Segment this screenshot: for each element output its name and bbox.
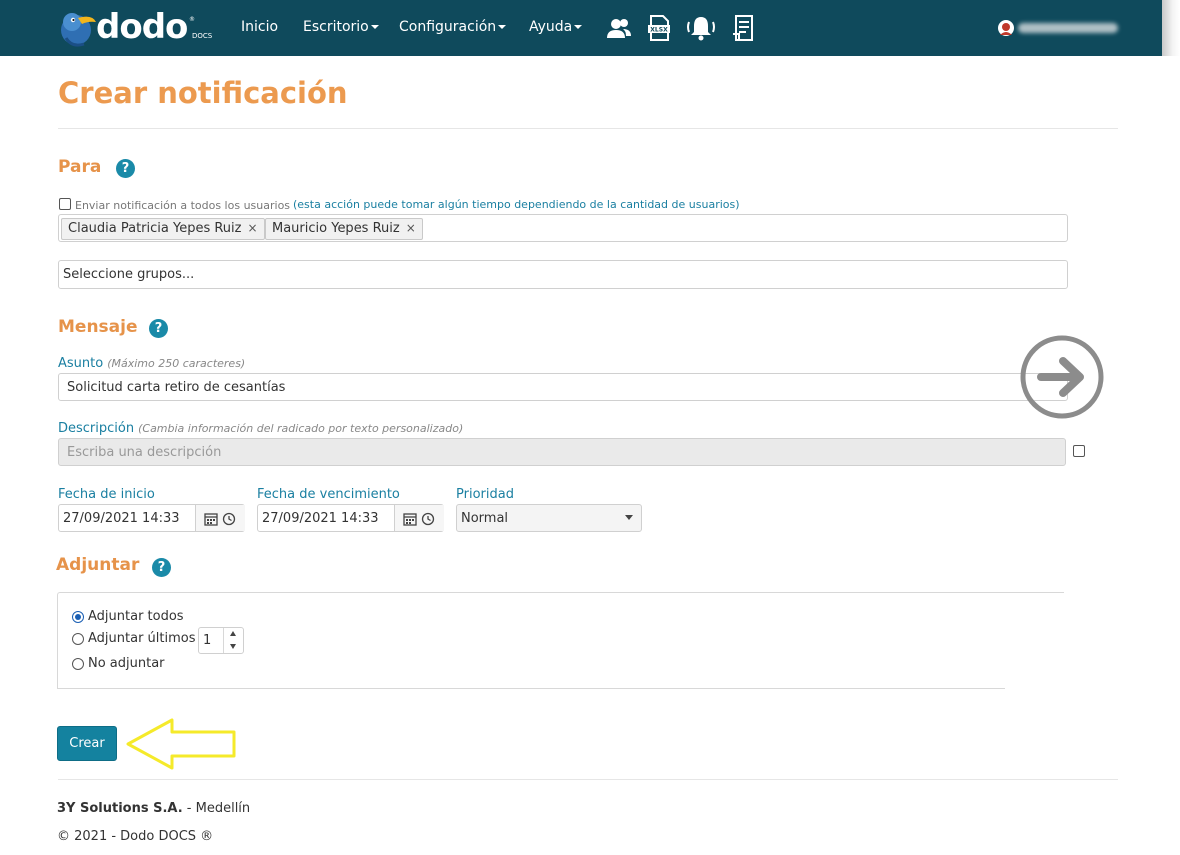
footer-city: - Medellín xyxy=(182,801,251,816)
fecha-vencimiento-label: Fecha de vencimiento xyxy=(257,487,400,502)
nav-configuracion-label: Configuración xyxy=(399,19,497,35)
dodo-docs-logo[interactable]: dodo ® DOCS xyxy=(58,7,218,50)
send-all-label: Enviar notificación a todos los usuarios xyxy=(75,199,291,212)
prioridad-label: Prioridad xyxy=(456,487,514,502)
send-all-note: (esta acción puede tomar algún tiempo de… xyxy=(293,198,740,211)
stepper-buttons xyxy=(223,628,244,653)
xlsx-icon[interactable]: XLSX xyxy=(646,14,672,42)
descripcion-placeholder: Escriba una descripción xyxy=(67,445,222,460)
no-adjuntar-label: No adjuntar xyxy=(88,656,165,671)
section-mensaje-title: Mensaje xyxy=(58,317,138,337)
recipient-tag: Mauricio Yepes Ruiz × xyxy=(265,218,423,240)
fecha-vencimiento-value: 27/09/2021 14:33 xyxy=(262,511,379,526)
adjuntar-ultimos-label: Adjuntar últimos xyxy=(88,631,196,646)
nav-ayuda[interactable]: Ayuda xyxy=(529,19,583,35)
prioridad-select[interactable]: Normal xyxy=(456,504,642,532)
fecha-inicio-value: 27/09/2021 14:33 xyxy=(63,511,180,526)
asunto-input[interactable]: Solicitud carta retiro de cesantías xyxy=(58,373,1068,401)
groups-placeholder: Seleccione grupos... xyxy=(63,267,195,282)
svg-text:XLSX: XLSX xyxy=(650,27,668,34)
arrow-right-circle-icon xyxy=(1020,335,1104,419)
recipient-name: Claudia Patricia Yepes Ruiz xyxy=(68,221,242,236)
fecha-inicio-label: Fecha de inicio xyxy=(58,487,155,502)
dropdown-arrow-icon xyxy=(625,515,633,520)
footer-copyright: © 2021 - Dodo DOCS ® xyxy=(57,829,214,844)
nav-escritorio[interactable]: Escritorio xyxy=(303,19,379,35)
help-icon[interactable]: ? xyxy=(149,319,168,338)
descripcion-hint: (Cambia información del radicado por tex… xyxy=(138,422,464,435)
crear-button[interactable]: Crear xyxy=(57,726,117,761)
nav-escritorio-label: Escritorio xyxy=(303,19,369,35)
section-adjuntar-title: Adjuntar xyxy=(56,555,140,575)
ultimos-stepper[interactable]: 1 xyxy=(198,627,244,654)
dodo-bird-icon xyxy=(61,13,96,47)
nav-inicio[interactable]: Inicio xyxy=(241,19,278,35)
stepper-up-icon[interactable] xyxy=(230,631,236,636)
groups-select[interactable]: Seleccione grupos... xyxy=(58,260,1068,289)
logo-subtext: DOCS xyxy=(192,32,213,40)
recipient-tag: Claudia Patricia Yepes Ruiz × xyxy=(61,218,265,240)
help-icon[interactable]: ? xyxy=(116,159,135,178)
recipients-input[interactable]: Claudia Patricia Yepes Ruiz × Mauricio Ye… xyxy=(58,214,1068,242)
clock-icon[interactable] xyxy=(421,512,435,526)
remove-tag-icon[interactable]: × xyxy=(406,221,416,235)
page-title: Crear notificación xyxy=(58,76,348,110)
descripcion-label-text: Descripción xyxy=(58,421,135,436)
top-navbar: dodo ® DOCS Inicio Escritorio Configurac… xyxy=(0,0,1162,56)
remove-tag-icon[interactable]: × xyxy=(247,221,257,235)
caret-down-icon xyxy=(370,25,379,29)
calendar-icon[interactable] xyxy=(403,512,417,526)
user-menu[interactable] xyxy=(996,18,1126,38)
ultimos-value: 1 xyxy=(203,633,212,648)
navbar-edge-shadow xyxy=(1162,0,1180,56)
user-name-redacted xyxy=(1018,23,1118,33)
asunto-value: Solicitud carta retiro de cesantías xyxy=(67,380,286,395)
nav-configuracion[interactable]: Configuración xyxy=(399,19,507,35)
footer-company: 3Y Solutions S.A. - Medellín xyxy=(57,801,250,816)
footer-company-name: 3Y Solutions S.A. xyxy=(57,801,183,816)
clock-icon[interactable] xyxy=(222,512,236,526)
adjuntar-ultimos-radio[interactable] xyxy=(72,633,84,645)
send-all-checkbox[interactable] xyxy=(59,198,71,210)
notification-bell-icon[interactable] xyxy=(686,14,716,42)
yellow-arrow-left-icon xyxy=(126,718,236,770)
section-para-title: Para xyxy=(58,157,102,177)
no-adjuntar-radio[interactable] xyxy=(72,658,84,670)
descripcion-label: Descripción (Cambia información del radic… xyxy=(58,421,463,436)
fecha-vencimiento-input[interactable]: 27/09/2021 14:33 xyxy=(257,504,444,532)
logo-registered: ® xyxy=(189,16,195,23)
title-divider xyxy=(58,128,1118,129)
user-avatar-icon xyxy=(998,20,1014,36)
descripcion-input[interactable]: Escriba una descripción xyxy=(58,438,1066,466)
stepper-down-icon[interactable] xyxy=(230,644,236,649)
caret-down-icon xyxy=(498,25,507,29)
asunto-label-text: Asunto xyxy=(58,356,104,371)
descripcion-checkbox[interactable] xyxy=(1073,445,1085,457)
prioridad-value: Normal xyxy=(461,511,509,526)
caret-down-icon xyxy=(574,25,583,29)
recipient-name: Mauricio Yepes Ruiz xyxy=(272,221,400,236)
footer-divider xyxy=(58,779,1118,780)
adjuntar-todos-label: Adjuntar todos xyxy=(88,609,184,624)
asunto-label: Asunto (Máximo 250 caracteres) xyxy=(58,356,245,371)
calendar-icon[interactable] xyxy=(204,512,218,526)
document-list-icon[interactable] xyxy=(731,14,757,42)
fecha-inicio-input[interactable]: 27/09/2021 14:33 xyxy=(58,504,245,532)
nav-inicio-label: Inicio xyxy=(241,19,279,35)
logo-text: dodo xyxy=(96,7,188,47)
nav-ayuda-label: Ayuda xyxy=(529,19,573,35)
adjuntar-panel-bottom xyxy=(57,688,1005,689)
users-icon[interactable] xyxy=(606,14,632,42)
fecha-inicio-addon[interactable] xyxy=(195,505,245,531)
asunto-hint: (Máximo 250 caracteres) xyxy=(107,357,246,370)
fecha-vencimiento-addon[interactable] xyxy=(394,505,444,531)
help-icon[interactable]: ? xyxy=(152,558,171,577)
adjuntar-todos-radio[interactable] xyxy=(72,611,84,623)
